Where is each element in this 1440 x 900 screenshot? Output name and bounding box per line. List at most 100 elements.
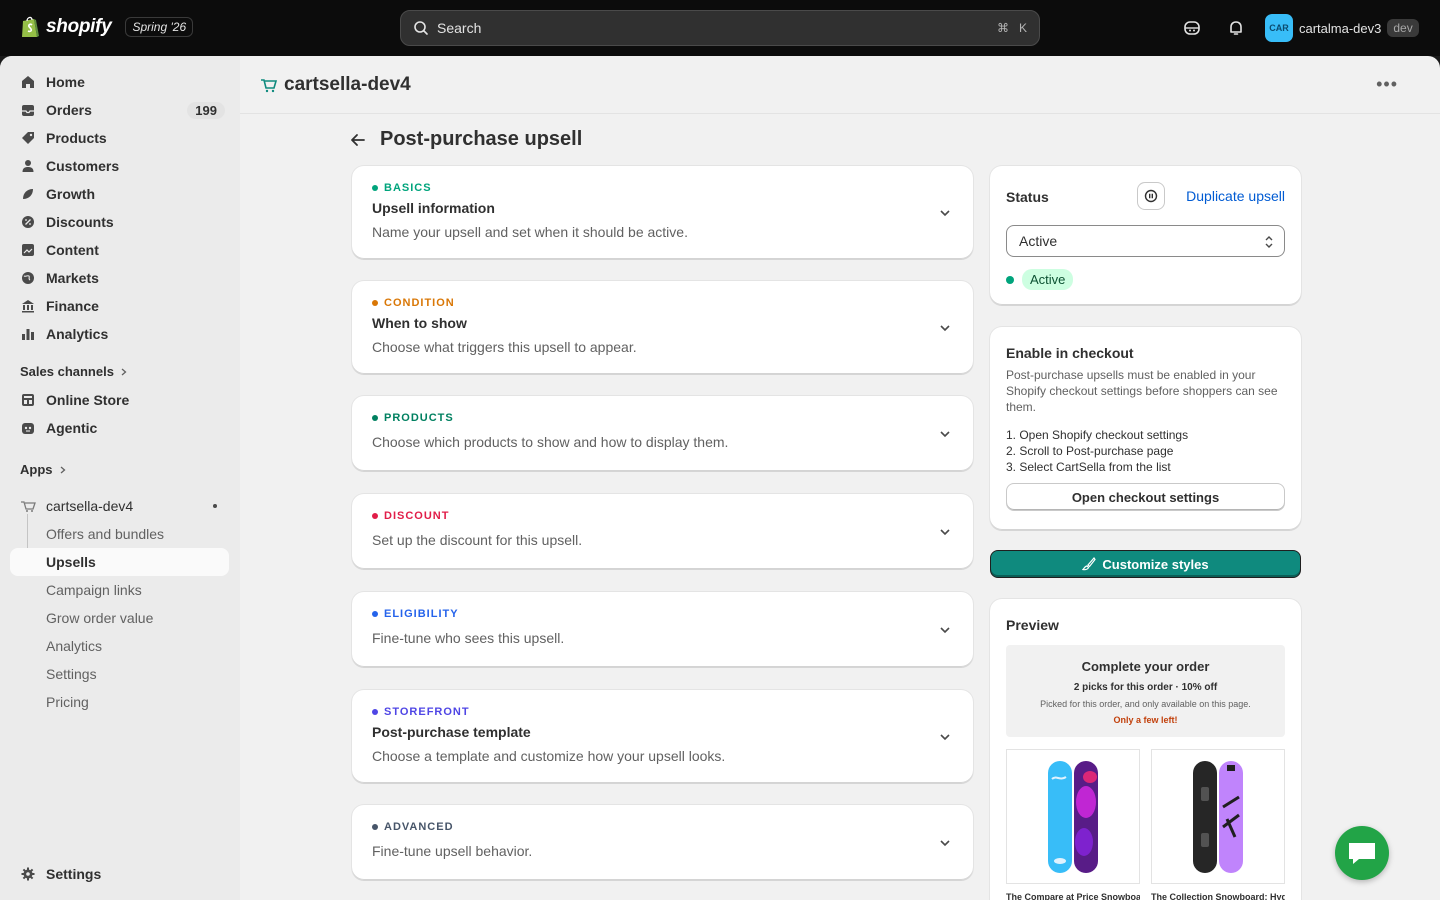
bar-chart-icon <box>22 329 34 340</box>
sidebar-item-label: Products <box>46 130 107 146</box>
sidebar-item-label: Settings <box>46 866 102 882</box>
product-name: The Collection Snowboard: Hydrogen <box>1151 892 1285 900</box>
chat-button[interactable] <box>1335 826 1389 880</box>
sidebar-item-discounts[interactable]: Discounts <box>10 208 229 236</box>
chevron-down-icon[interactable] <box>939 837 951 849</box>
avatar: CAR <box>1265 14 1293 42</box>
sidebar-item-content[interactable]: Content <box>10 236 229 264</box>
section-card-products[interactable]: PRODUCTS Choose which products to show a… <box>352 396 973 471</box>
sidebar-item-label: Orders <box>46 102 92 118</box>
step-item: 3. Select CartSella from the list <box>1006 460 1171 474</box>
sidebar-item-settings[interactable]: Settings <box>10 860 229 888</box>
chevron-right-icon <box>121 368 127 375</box>
account-menu[interactable]: CAR cartalma-dev3 dev <box>1265 14 1419 42</box>
chevron-down-icon[interactable] <box>939 731 951 743</box>
chevron-down-icon[interactable] <box>939 207 951 219</box>
more-actions-icon[interactable]: ••• <box>1376 74 1398 95</box>
search-input[interactable]: Search ⌘ K <box>400 10 1040 46</box>
chevron-down-icon[interactable] <box>939 624 951 636</box>
page-title: Post-purchase upsell <box>380 128 583 150</box>
preview-subtitle: 2 picks for this order · 10% off <box>1073 682 1218 693</box>
section-card-discount[interactable]: DISCOUNT Set up the discount for this up… <box>352 494 973 569</box>
bell-icon[interactable] <box>1226 18 1246 38</box>
section-tag: DISCOUNT <box>384 510 450 522</box>
status-badge: Active <box>1022 269 1074 290</box>
sidebar-item-label: Growth <box>46 186 95 202</box>
cartsella-app-icon <box>261 78 278 92</box>
section-description: Name your upsell and set when it should … <box>372 224 688 240</box>
duplicate-upsell-link[interactable]: Duplicate upsell <box>1186 188 1285 204</box>
sidebar-item-app[interactable]: cartsella-dev4 <box>10 492 229 520</box>
sidebar-item-customers[interactable]: Customers <box>10 152 229 180</box>
shopify-logo[interactable]: shopify Spring '26 <box>20 15 194 39</box>
sidebar-subitem-pricing[interactable]: Pricing <box>10 688 229 716</box>
person-icon <box>22 160 34 172</box>
orders-count-badge: 199 <box>187 101 225 119</box>
search-placeholder: Search <box>437 20 482 36</box>
section-card-storefront[interactable]: STOREFRONT Post-purchase template Choose… <box>352 690 973 783</box>
sidebar-item-finance[interactable]: Finance <box>10 292 229 320</box>
chevron-down-icon[interactable] <box>939 428 951 440</box>
sidebar-item-label: Finance <box>46 298 99 314</box>
tag-dot <box>372 415 378 421</box>
sidebar-subitem-analytics[interactable]: Analytics <box>10 632 229 660</box>
select-chevrons-icon <box>1265 236 1273 248</box>
sidebar-subitem-settings[interactable]: Settings <box>10 660 229 688</box>
section-card-eligibility[interactable]: ELIGIBILITY Fine-tune who sees this upse… <box>352 592 973 667</box>
section-title: Upsell information <box>372 200 495 216</box>
sales-channels-label: Sales channels <box>20 364 114 379</box>
section-card-advanced[interactable]: ADVANCED Fine-tune upsell behavior. <box>352 805 973 880</box>
preview-title: Complete your order <box>1081 659 1210 674</box>
section-card-condition[interactable]: CONDITION When to show Choose what trigg… <box>352 281 973 374</box>
sidekick-icon[interactable] <box>1182 18 1202 38</box>
section-description: Fine-tune who sees this upsell. <box>372 630 565 646</box>
globe-icon <box>22 272 34 284</box>
sidebar-item-agentic[interactable]: Agentic <box>10 414 229 442</box>
section-tag: CONDITION <box>384 297 455 309</box>
sales-channels-heading[interactable]: Sales channels <box>20 364 128 379</box>
section-card-basics[interactable]: BASICS Upsell information Name your upse… <box>352 166 973 259</box>
status-select[interactable]: Active <box>1006 225 1285 257</box>
gear-icon <box>21 867 35 881</box>
tag-dot <box>372 611 378 617</box>
section-title: When to show <box>372 315 467 331</box>
sidebar-subitem-campaign-links[interactable]: Campaign links <box>10 576 229 604</box>
sidebar-item-orders[interactable]: Orders 199 <box>10 96 229 124</box>
pause-button[interactable] <box>1137 182 1165 210</box>
page-header: Post-purchase upsell <box>350 128 582 151</box>
status-select-value: Active <box>1019 233 1058 249</box>
preview-products: The Compare at Price Snowboard The Colle… <box>1006 749 1285 900</box>
bank-icon <box>22 300 34 313</box>
product-image <box>1006 749 1140 884</box>
sidebar-subitem-grow-order-value[interactable]: Grow order value <box>10 604 229 632</box>
preview-card: Preview Complete your order 2 picks for … <box>990 599 1301 900</box>
section-tag: STOREFRONT <box>384 706 470 718</box>
step-item: 2. Scroll to Post-purchase page <box>1006 444 1174 458</box>
sidebar-subitem-upsells[interactable]: Upsells <box>10 548 229 576</box>
preview-product-card[interactable]: The Collection Snowboard: Hydrogen <box>1151 749 1285 900</box>
sidebar-subitem-offers-and-bundles[interactable]: Offers and bundles <box>10 520 229 548</box>
sidebar-item-online-store[interactable]: Online Store <box>10 386 229 414</box>
status-card: Status Duplicate upsell Active Active <box>990 166 1301 305</box>
apps-heading[interactable]: Apps <box>20 462 67 477</box>
open-checkout-settings-button[interactable]: Open checkout settings <box>1006 483 1285 511</box>
chevron-down-icon[interactable] <box>939 526 951 538</box>
sidebar-item-markets[interactable]: Markets <box>10 264 229 292</box>
section-tag: BASICS <box>384 182 432 194</box>
app-header: cartsella-dev4 ••• <box>240 56 1440 114</box>
chevron-down-icon[interactable] <box>939 322 951 334</box>
section-tag: PRODUCTS <box>384 412 454 424</box>
product-name: The Compare at Price Snowboard <box>1006 892 1140 900</box>
preview-product-card[interactable]: The Compare at Price Snowboard <box>1006 749 1140 900</box>
enable-checkout-heading: Enable in checkout <box>1006 345 1134 361</box>
tag-dot <box>372 824 378 830</box>
sidebar-item-analytics[interactable]: Analytics <box>10 320 229 348</box>
app-pin-dot <box>213 504 217 508</box>
back-arrow-icon[interactable] <box>350 133 366 147</box>
customize-styles-button[interactable]: Customize styles <box>990 550 1301 578</box>
sidebar-item-products[interactable]: Products <box>10 124 229 152</box>
sidebar-item-home[interactable]: Home <box>10 68 229 96</box>
edition-badge[interactable]: Spring '26 <box>125 17 194 37</box>
sidebar-item-growth[interactable]: Growth <box>10 180 229 208</box>
snowboard-image <box>1193 760 1243 873</box>
